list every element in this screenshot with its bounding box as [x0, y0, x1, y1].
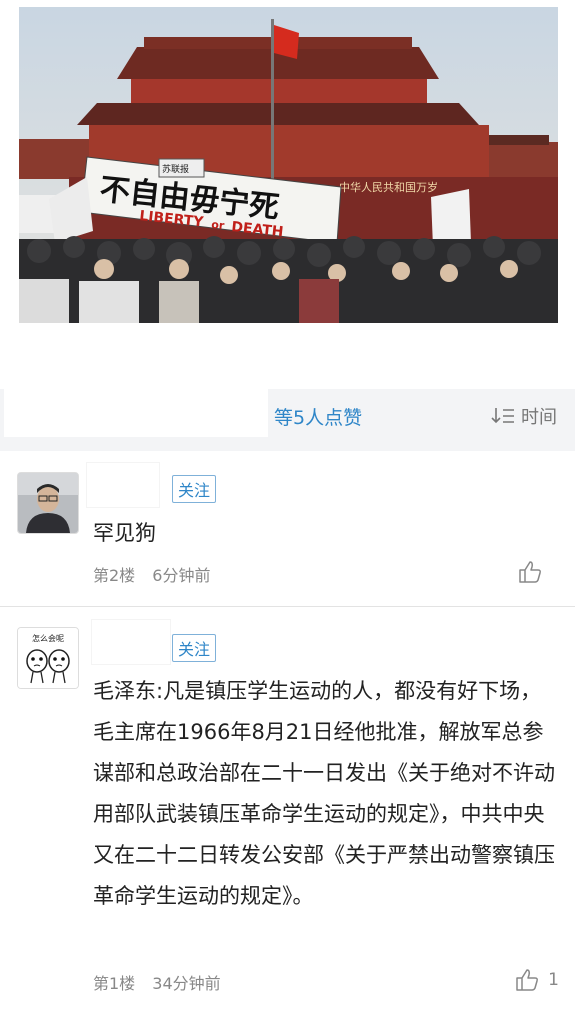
- username-placeholder[interactable]: [92, 620, 170, 664]
- post-photo[interactable]: 中华人民共和国万岁 不自由毋宁死 LIBERTY or DEATH 苏联报: [19, 7, 558, 323]
- small-sign-text: 苏联报: [162, 163, 189, 175]
- sort-icon: [491, 408, 514, 424]
- like-count: 1: [548, 970, 559, 990]
- comment-item: 怎么会呢 关注 毛泽东:凡是镇压学生运动的人，都没有好下场，毛主席在1966年8…: [0, 606, 575, 1021]
- comment-meta: 第2楼 6分钟前: [93, 562, 210, 586]
- likes-count-link[interactable]: 等5人点赞: [274, 403, 362, 430]
- comment-time: 34分钟前: [152, 974, 221, 993]
- meme-faces-avatar: 怎么会呢: [18, 628, 78, 688]
- thumbs-up-icon: [516, 969, 539, 991]
- likes-bar: 等5人点赞 时间: [0, 389, 575, 451]
- avatar[interactable]: 怎么会呢: [17, 627, 79, 689]
- comment-meta: 第1楼 34分钟前: [93, 970, 221, 994]
- thumbs-up-icon: [519, 561, 541, 583]
- follow-button[interactable]: 关注: [172, 634, 217, 662]
- tiananmen-photo: 中华人民共和国万岁 不自由毋宁死 LIBERTY or DEATH 苏联报: [19, 7, 558, 323]
- user-photo-avatar: [18, 473, 78, 533]
- banner-or-text: or: [211, 218, 226, 232]
- like-button[interactable]: [517, 559, 551, 585]
- sort-label: 时间: [521, 407, 557, 428]
- follow-button[interactable]: 关注: [172, 475, 217, 503]
- like-button[interactable]: 1: [514, 967, 559, 993]
- gate-sign: 中华人民共和国万岁: [339, 180, 438, 194]
- comment-item: 关注 罕见狗 第2楼 6分钟前: [0, 451, 575, 607]
- liker-avatars-placeholder: [4, 389, 268, 437]
- avatar-caption: 怎么会呢: [32, 633, 64, 643]
- comment-text: 毛泽东:凡是镇压学生运动的人，都没有好下场，毛主席在1966年8月21日经他批准…: [93, 679, 555, 908]
- floor-number: 第2楼: [93, 566, 136, 585]
- sort-by-time-button[interactable]: 时间: [491, 403, 557, 429]
- floor-number: 第1楼: [93, 974, 136, 993]
- avatar[interactable]: [17, 472, 79, 534]
- comment-text: 罕见狗: [93, 521, 156, 545]
- comment-time: 6分钟前: [152, 566, 211, 585]
- username-placeholder[interactable]: [87, 463, 159, 507]
